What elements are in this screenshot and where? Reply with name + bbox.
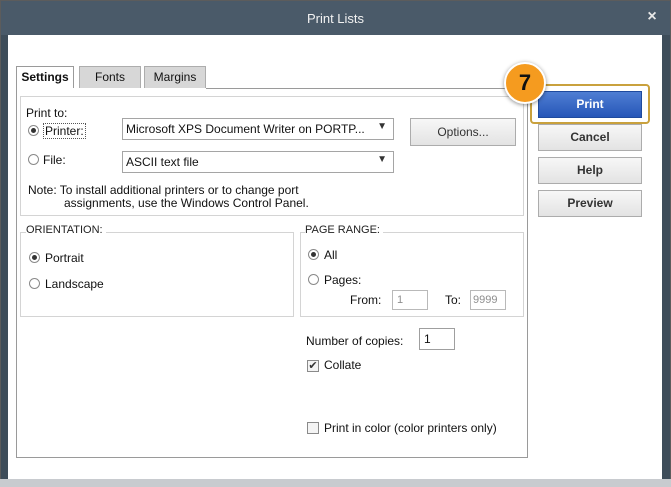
title-bar[interactable]: Print Lists ×: [1, 1, 670, 35]
portrait-label[interactable]: Portrait: [45, 251, 84, 265]
note-line-1: Note: To install additional printers or …: [28, 183, 299, 197]
tab-margins[interactable]: Margins: [144, 66, 206, 88]
to-label: To:: [445, 293, 462, 307]
options-button-label: Options...: [437, 125, 489, 139]
collate-label[interactable]: Collate: [324, 358, 361, 372]
collate-checkbox[interactable]: ✔: [307, 360, 319, 372]
orientation-group: [20, 232, 294, 317]
chevron-down-icon: ▼: [377, 121, 387, 132]
file-format-select[interactable]: ASCII text file ▼: [122, 151, 394, 173]
from-page-input[interactable]: 1: [392, 290, 428, 310]
print-button-label: Print: [576, 97, 604, 111]
step-callout-badge: 7: [504, 62, 546, 104]
page-range-label: PAGE RANGE:: [305, 224, 383, 236]
tab-settings[interactable]: Settings: [16, 66, 74, 90]
printer-radio[interactable]: [28, 125, 39, 136]
pages-radio[interactable]: [308, 274, 319, 285]
orientation-label: ORIENTATION:: [26, 224, 106, 236]
copies-label: Number of copies:: [306, 334, 404, 348]
tab-settings-label: Settings: [21, 70, 69, 84]
help-button-label: Help: [576, 163, 603, 177]
file-label[interactable]: File:: [43, 153, 66, 167]
file-radio[interactable]: [28, 154, 39, 165]
print-to-label: Print to:: [26, 106, 68, 120]
to-page-input[interactable]: 9999: [470, 290, 506, 310]
preview-button-label: Preview: [567, 196, 613, 210]
printer-select[interactable]: Microsoft XPS Document Writer on PORTP..…: [122, 118, 394, 140]
copies-input[interactable]: 1: [419, 328, 455, 350]
portrait-radio[interactable]: [29, 252, 40, 263]
landscape-label[interactable]: Landscape: [45, 277, 104, 291]
chevron-down-icon: ▼: [377, 154, 387, 165]
tab-margins-label: Margins: [153, 70, 197, 84]
help-button[interactable]: Help: [538, 157, 642, 184]
landscape-radio[interactable]: [29, 278, 40, 289]
from-label: From:: [350, 293, 382, 307]
all-pages-radio[interactable]: [308, 249, 319, 260]
printer-label[interactable]: Printer:: [43, 123, 86, 139]
all-pages-label[interactable]: All: [324, 248, 337, 262]
print-in-color-checkbox[interactable]: [307, 422, 319, 434]
note-line-2: assignments, use the Windows Control Pan…: [64, 196, 309, 210]
bottom-edge: [0, 479, 671, 487]
cancel-button[interactable]: Cancel: [538, 124, 642, 151]
pages-label[interactable]: Pages:: [324, 273, 361, 287]
preview-button[interactable]: Preview: [538, 190, 642, 217]
print-in-color-label[interactable]: Print in color (color printers only): [324, 421, 497, 435]
window-title: Print Lists: [306, 11, 365, 26]
printer-select-value: Microsoft XPS Document Writer on PORTP..…: [126, 122, 365, 136]
tab-fonts[interactable]: Fonts: [79, 66, 141, 88]
options-button[interactable]: Options...: [410, 118, 516, 146]
tab-fonts-label: Fonts: [94, 70, 125, 84]
close-icon[interactable]: ×: [644, 9, 660, 25]
panel-top-border: [206, 88, 528, 89]
cancel-button-label: Cancel: [570, 130, 610, 144]
file-format-value: ASCII text file: [126, 155, 199, 169]
print-button[interactable]: Print: [538, 91, 642, 118]
